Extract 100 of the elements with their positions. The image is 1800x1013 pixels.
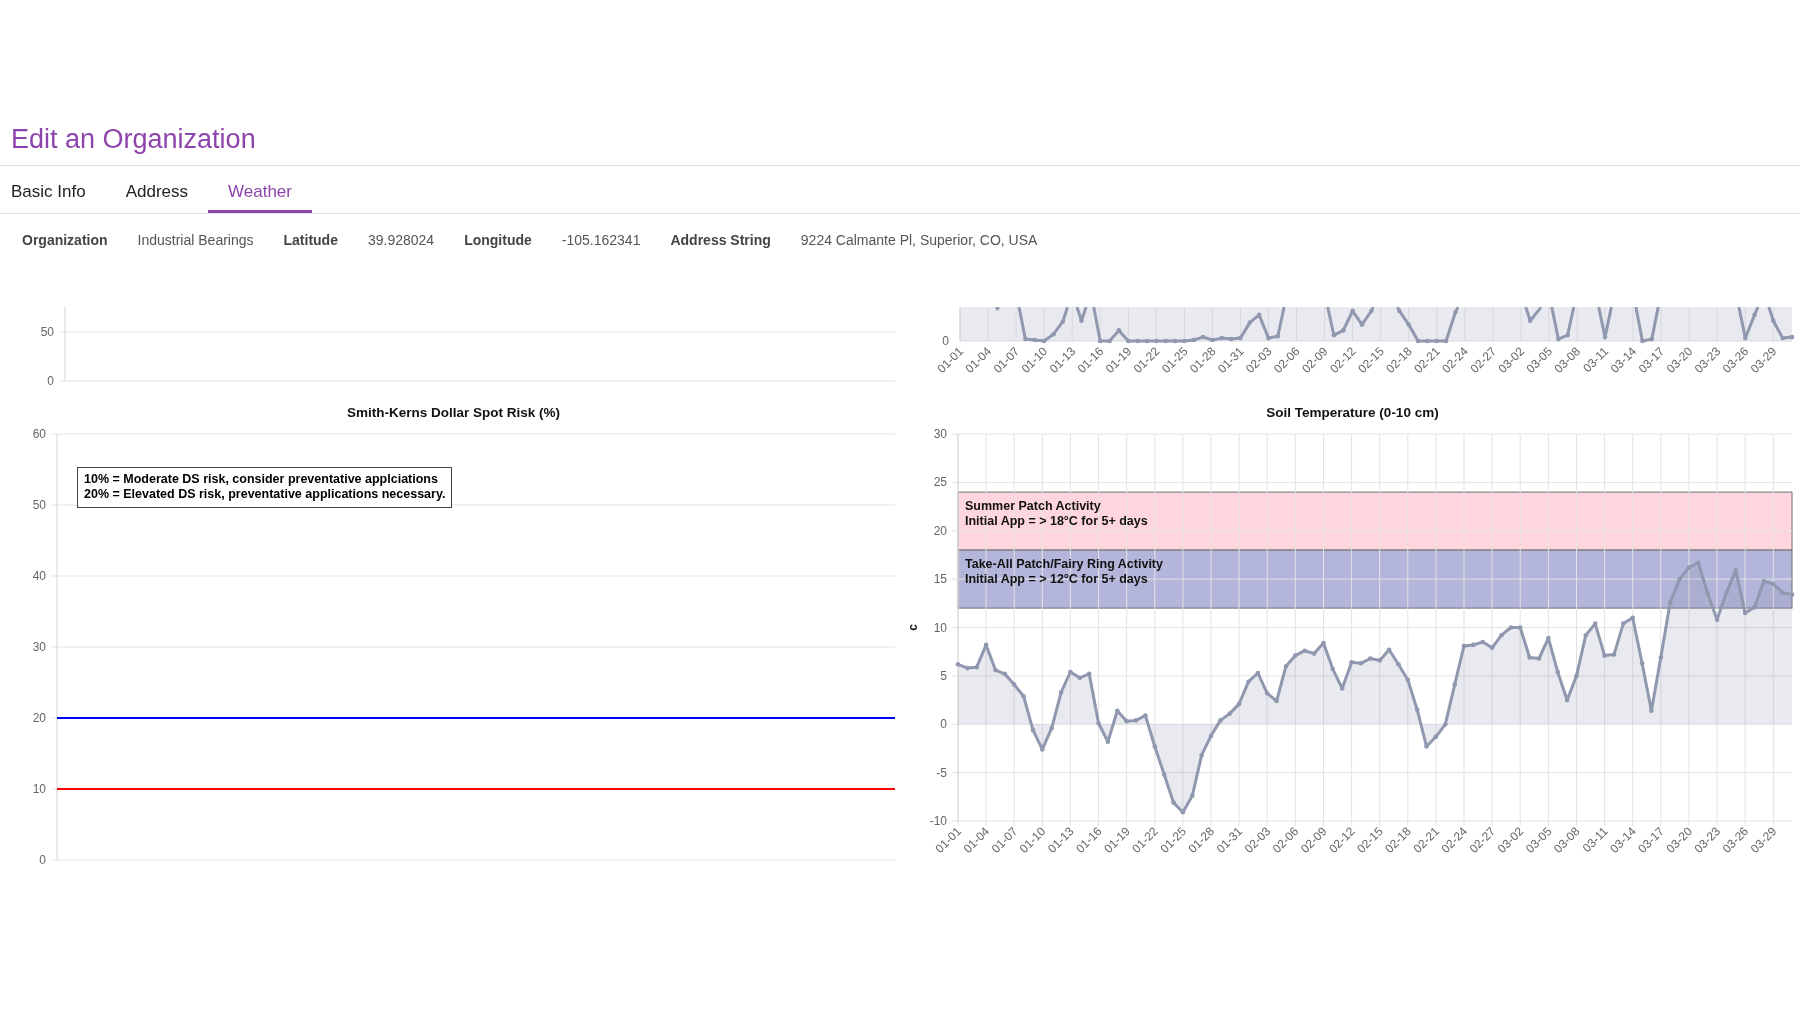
- field-value: -105.162341: [561, 232, 641, 248]
- y-tick-label: 0: [942, 334, 949, 348]
- y-tick-label: 20: [32, 711, 46, 725]
- tab[interactable]: Basic Info: [11, 166, 106, 213]
- data-point: [1667, 600, 1673, 605]
- data-point: [965, 665, 970, 671]
- data-point: [1199, 752, 1204, 758]
- data-point: [1517, 625, 1523, 630]
- data-point: [1077, 675, 1083, 681]
- chart-title: Soil Temperature (0-10 cm): [1265, 404, 1440, 422]
- data-point: [1068, 669, 1073, 675]
- data-point: [1030, 727, 1036, 733]
- data-point: [1555, 669, 1560, 675]
- data-point: [1564, 697, 1570, 703]
- data-point: [1377, 658, 1382, 663]
- tab[interactable]: Weather: [208, 166, 312, 213]
- data-point: [1414, 707, 1420, 712]
- data-point: [1190, 793, 1195, 799]
- data-point: [1461, 643, 1467, 649]
- y-tick-label: -10: [929, 814, 947, 828]
- data-point: [955, 662, 961, 667]
- data-point: [1602, 653, 1607, 658]
- y-tick-label: -5: [936, 765, 947, 780]
- data-point: [1227, 711, 1233, 716]
- data-point: [1058, 690, 1064, 695]
- data-point: [1236, 701, 1242, 707]
- data-point: [1011, 682, 1017, 687]
- data-point: [1546, 635, 1551, 641]
- data-point: [1171, 800, 1176, 805]
- data-point: [1592, 621, 1598, 626]
- y-tick-label: 10: [32, 782, 46, 796]
- data-point: [1040, 747, 1045, 752]
- data-point: [1311, 651, 1317, 656]
- data-point: [1499, 632, 1504, 638]
- chart-title: Smith-Kerns Dollar Spot Risk (%): [346, 404, 561, 422]
- data-point: [1724, 590, 1729, 595]
- data-point: [1752, 604, 1757, 610]
- y-tick-label: 0: [39, 853, 46, 867]
- data-point: [1386, 647, 1392, 653]
- y-tick-label: 20: [933, 523, 947, 538]
- data-point: [1471, 642, 1476, 648]
- data-point: [1583, 632, 1589, 638]
- y-tick-label: 50: [32, 498, 46, 512]
- data-point: [1611, 652, 1617, 657]
- y-tick-label: 0: [940, 717, 947, 732]
- field-label: Longitude: [464, 232, 532, 248]
- data-point: [1143, 713, 1148, 718]
- data-point: [1677, 576, 1682, 582]
- y-tick-label: 40: [32, 569, 46, 583]
- data-point: [1527, 655, 1532, 660]
- band-label: Take-All Patch/Fairy Ring Activity Initial App = > 12°C for 5+ days: [965, 557, 1163, 588]
- y-tick-label: 30: [933, 427, 947, 441]
- y-tick-label: 10: [933, 620, 947, 635]
- data-point: [1293, 653, 1298, 658]
- data-point: [1686, 565, 1692, 570]
- data-point: [1330, 666, 1336, 672]
- data-point: [1761, 578, 1767, 584]
- data-point: [993, 667, 998, 673]
- tab[interactable]: Address: [105, 166, 209, 213]
- band-label: Summer Patch Activity Initial App = > 18°C for 5+ days: [965, 499, 1148, 530]
- data-point: [1733, 568, 1739, 573]
- data-point: [1339, 686, 1345, 691]
- data-point: [1508, 625, 1514, 630]
- data-point: [1696, 560, 1701, 565]
- data-point: [1208, 733, 1214, 739]
- data-point: [1096, 721, 1101, 726]
- data-point: [1789, 592, 1795, 597]
- y-tick-label: 50: [40, 325, 54, 339]
- data-point: [1649, 708, 1654, 713]
- data-point: [1742, 610, 1748, 616]
- data-point: [1161, 772, 1167, 777]
- data-point: [1574, 673, 1579, 679]
- page-title: Edit an Organization: [11, 123, 256, 156]
- field-value: Industrial Bearings: [137, 232, 254, 248]
- data-point: [1621, 621, 1626, 626]
- data-point: [1639, 661, 1645, 666]
- data-point: [1433, 734, 1439, 740]
- data-point: [1218, 718, 1223, 723]
- y-tick-label: 15: [933, 572, 947, 587]
- data-point: [1443, 722, 1448, 727]
- field-label: Organization: [22, 232, 108, 248]
- data-point: [974, 664, 979, 670]
- data-point: [1283, 663, 1289, 669]
- data-point: [1002, 671, 1008, 677]
- data-point: [1180, 810, 1186, 815]
- data-point: [1705, 591, 1710, 596]
- data-point: [1086, 671, 1092, 677]
- data-point: [1321, 640, 1326, 646]
- data-point: [1424, 744, 1429, 749]
- data-point: [983, 642, 989, 648]
- data-point: [1368, 656, 1373, 661]
- data-point: [1105, 739, 1111, 744]
- field-label: Latitude: [283, 232, 338, 248]
- y-tick-label: 25: [933, 475, 947, 490]
- data-point: [1246, 679, 1251, 684]
- data-point: [1349, 660, 1354, 665]
- data-point: [1480, 639, 1486, 645]
- data-point: [1780, 590, 1785, 595]
- data-point: [1021, 693, 1026, 699]
- y-tick-label: 5: [940, 668, 947, 683]
